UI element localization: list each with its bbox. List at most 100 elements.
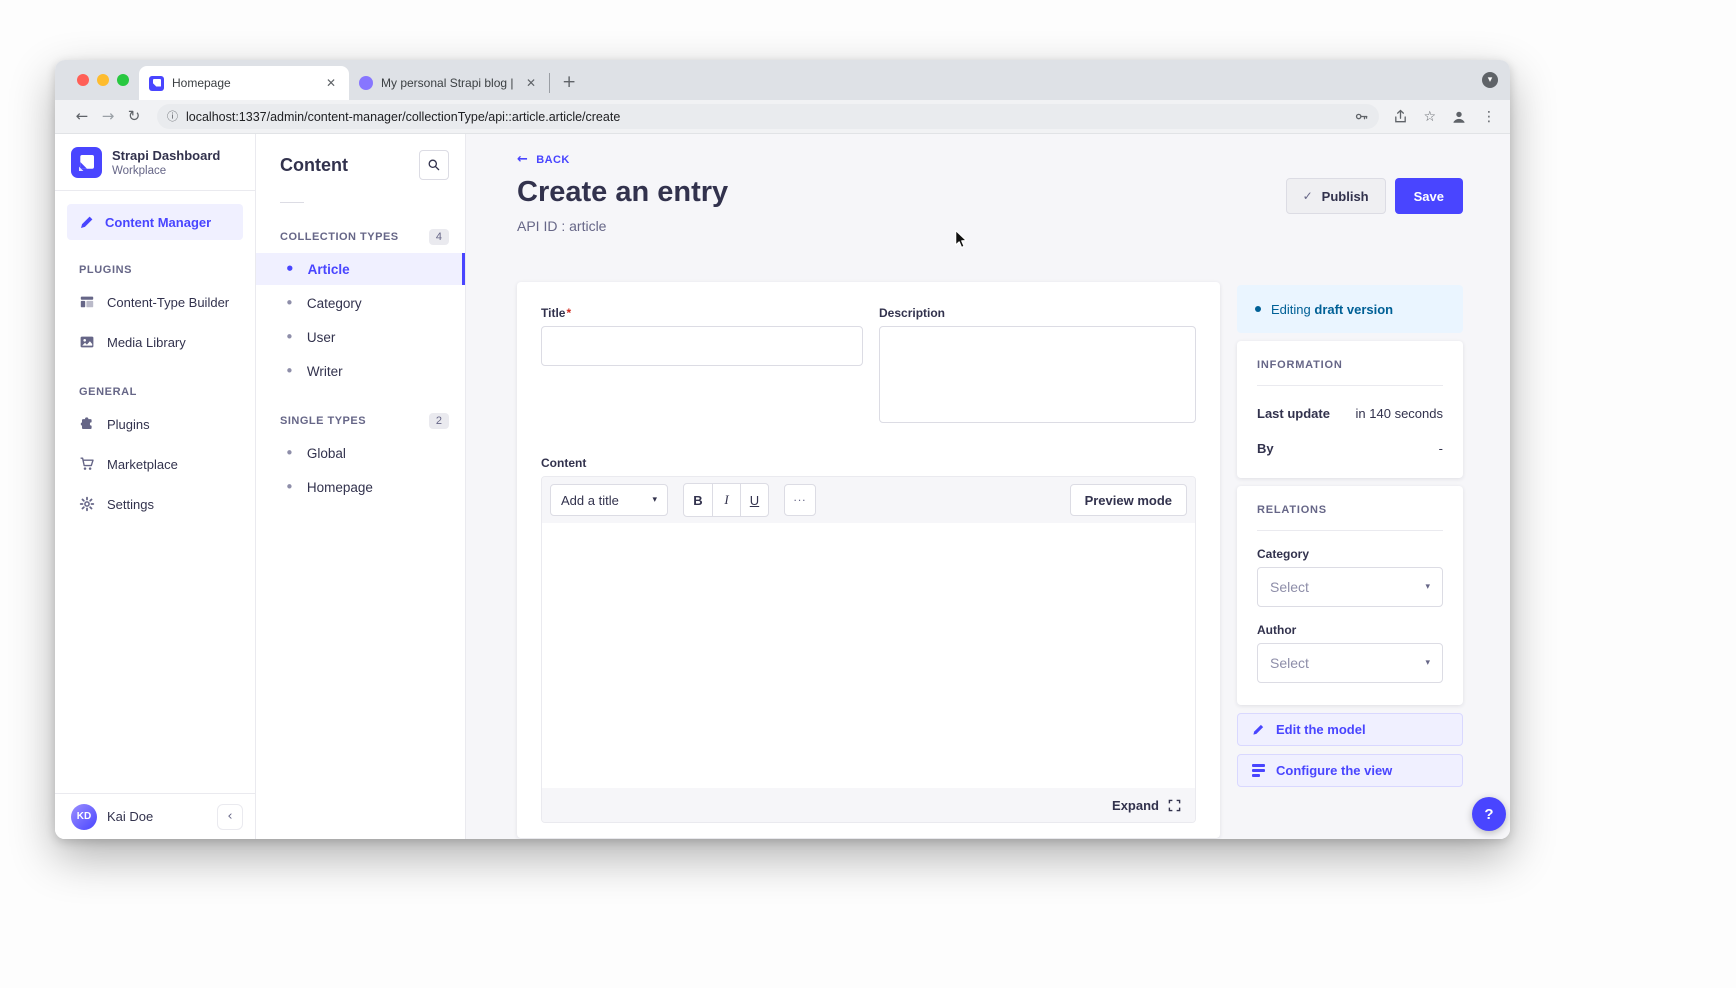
italic-button[interactable]: I	[712, 484, 740, 516]
bullet-icon: •	[285, 446, 294, 461]
subnav-item-homepage[interactable]: • Homepage	[256, 471, 465, 503]
puzzle-icon	[79, 416, 95, 432]
save-button[interactable]: Save	[1395, 178, 1463, 214]
publish-button[interactable]: ✓ Publish	[1286, 178, 1386, 214]
url-text: localhost:1337/admin/content-manager/col…	[186, 110, 1354, 124]
page-info-icon[interactable]: ⓘ	[167, 111, 178, 122]
editor-toolbar: Add a title ▾ B I U ... Preview mode	[542, 477, 1195, 523]
subnav-item-label: Global	[307, 446, 346, 461]
bullet-icon: •	[285, 364, 294, 379]
new-tab-button[interactable]: +	[562, 74, 576, 91]
pencil-icon	[1252, 723, 1265, 736]
sidebar-section-general: GENERAL	[79, 386, 255, 398]
collapse-sidebar-button[interactable]: ‹	[217, 804, 243, 830]
back-link[interactable]: ← BACK	[517, 153, 570, 166]
workspace-brand[interactable]: Strapi Dashboard Workplace	[55, 134, 255, 191]
edit-model-button[interactable]: Edit the model	[1237, 713, 1463, 746]
required-asterisk: *	[566, 306, 571, 320]
relations-label: RELATIONS	[1257, 504, 1443, 516]
configure-view-label: Configure the view	[1276, 763, 1392, 778]
edit-model-label: Edit the model	[1276, 722, 1366, 737]
subnav-item-global[interactable]: • Global	[256, 437, 465, 469]
draft-notice-text: Editing draft version	[1271, 302, 1393, 317]
tab-separator	[549, 73, 550, 93]
configure-view-icon	[1252, 764, 1265, 777]
subnav-item-writer[interactable]: • Writer	[256, 355, 465, 387]
bullet-icon: •	[285, 296, 294, 311]
page-title: Create an entry	[517, 176, 728, 209]
workspace-name: Strapi Dashboard	[112, 148, 220, 163]
subnav-item-user[interactable]: • User	[256, 321, 465, 353]
sidebar-item-label: Content Manager	[105, 215, 211, 230]
window-controls	[77, 74, 129, 86]
sidebar-item-plugins[interactable]: Plugins	[55, 404, 255, 444]
save-button-label: Save	[1414, 189, 1444, 204]
subnav-item-label: Homepage	[307, 480, 373, 495]
editor-footer: Expand	[542, 788, 1195, 822]
main-content: ← BACK Create an entry API ID : article …	[466, 134, 1510, 839]
forward-nav-button[interactable]: →	[95, 109, 121, 124]
back-arrow-icon: ←	[517, 153, 528, 166]
title-input[interactable]	[541, 326, 863, 366]
sidebar-user-row: KD Kai Doe ‹	[55, 793, 255, 839]
zoom-window-button[interactable]	[117, 74, 129, 86]
close-tab-icon[interactable]: ✕	[323, 77, 339, 89]
pen-icon	[79, 214, 95, 230]
reload-button[interactable]: ↻	[121, 109, 147, 124]
strapi-favicon-icon	[149, 76, 164, 91]
divider	[1257, 385, 1443, 386]
title-field-label: Title*	[541, 306, 863, 320]
browser-toolbar: ← → ↻ ⓘ localhost:1337/admin/content-man…	[55, 100, 1510, 134]
status-dot-icon	[1255, 306, 1261, 312]
publish-button-label: Publish	[1322, 189, 1369, 204]
browser-window: Homepage ✕ My personal Strapi blog | Str…	[55, 60, 1510, 839]
minimize-window-button[interactable]	[97, 74, 109, 86]
configure-view-button[interactable]: Configure the view	[1237, 754, 1463, 787]
heading-select[interactable]: Add a title ▾	[550, 484, 668, 516]
api-id-subtitle: API ID : article	[517, 218, 606, 234]
info-row-by: By -	[1257, 441, 1443, 456]
sidebar-item-label: Marketplace	[107, 457, 178, 472]
preview-mode-button[interactable]: Preview mode	[1070, 484, 1187, 516]
search-button[interactable]	[419, 150, 449, 180]
more-formatting-button[interactable]: ...	[784, 484, 816, 516]
entry-form-card: Title* Description Content Add a	[517, 282, 1220, 838]
key-icon[interactable]	[1354, 109, 1369, 124]
sidebar-item-settings[interactable]: Settings	[55, 484, 255, 524]
sidebar-item-media-library[interactable]: Media Library	[55, 322, 255, 362]
subnav-item-article[interactable]: • Article	[256, 253, 465, 285]
subnav-item-category[interactable]: • Category	[256, 287, 465, 319]
rich-text-editor: Add a title ▾ B I U ... Preview mode	[541, 476, 1196, 823]
divider	[280, 202, 304, 203]
search-icon	[427, 158, 441, 172]
bold-button[interactable]: B	[684, 484, 712, 516]
bookmark-star-icon[interactable]: ☆	[1423, 110, 1436, 124]
underline-button[interactable]: U	[740, 484, 768, 516]
tab-search-button[interactable]: ▾	[1482, 72, 1498, 88]
close-tab-icon[interactable]: ✕	[523, 77, 539, 89]
close-window-button[interactable]	[77, 74, 89, 86]
relations-card: RELATIONS Category Select ▾ Author Selec…	[1237, 486, 1463, 705]
help-button[interactable]: ?	[1472, 797, 1506, 831]
back-nav-button[interactable]: ←	[69, 109, 95, 124]
sidebar-item-content-manager[interactable]: Content Manager	[67, 204, 243, 240]
share-icon[interactable]	[1393, 109, 1408, 124]
address-bar[interactable]: ⓘ localhost:1337/admin/content-manager/c…	[157, 104, 1379, 129]
sidebar-item-content-type-builder[interactable]: Content-Type Builder	[55, 282, 255, 322]
bullet-icon: •	[285, 262, 295, 277]
expand-icon[interactable]	[1168, 799, 1181, 812]
single-types-count-badge: 2	[429, 413, 449, 429]
collection-types-label: COLLECTION TYPES	[280, 231, 399, 243]
browser-menu-icon[interactable]: ⋮	[1482, 110, 1496, 124]
description-textarea[interactable]	[879, 326, 1196, 423]
tab-homepage[interactable]: Homepage ✕	[139, 66, 349, 100]
author-select[interactable]: Select ▾	[1257, 643, 1443, 683]
strapi-logo-icon	[71, 147, 102, 178]
tab-blog[interactable]: My personal Strapi blog | Strap ✕	[349, 66, 549, 100]
profile-avatar-icon[interactable]	[1451, 109, 1467, 125]
editor-text-area[interactable]	[542, 523, 1195, 788]
information-card: INFORMATION Last update in 140 seconds B…	[1237, 341, 1463, 478]
sidebar-item-marketplace[interactable]: Marketplace	[55, 444, 255, 484]
category-select[interactable]: Select ▾	[1257, 567, 1443, 607]
sidebar-section-plugins: PLUGINS	[79, 264, 255, 276]
